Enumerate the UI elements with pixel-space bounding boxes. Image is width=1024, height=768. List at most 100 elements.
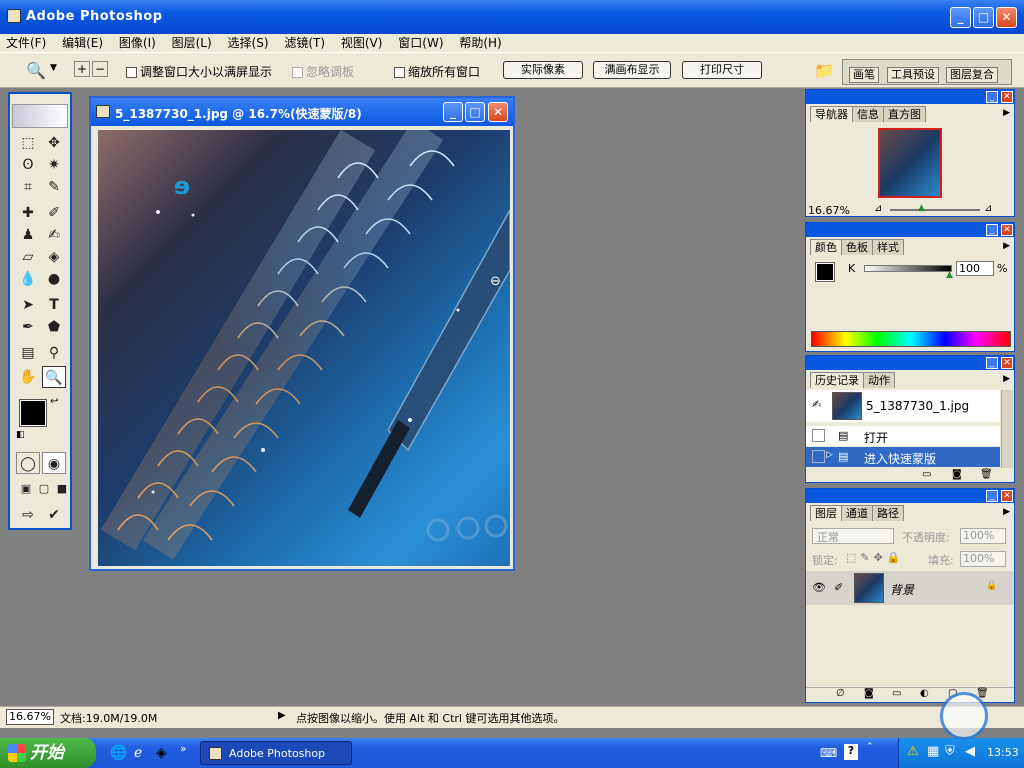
history-step-checkbox[interactable] (812, 429, 825, 442)
history-panel-header[interactable]: _ ✕ (806, 356, 1014, 370)
adobe-feather-icon[interactable] (12, 104, 68, 128)
doc-close-button[interactable]: ✕ (488, 102, 508, 122)
default-colors-icon[interactable]: ◧ (16, 430, 25, 440)
tray-expand-icon[interactable]: ⌃ (866, 742, 874, 752)
jump-to-imageready-icon[interactable]: ⇨ (16, 504, 40, 526)
marquee-tool-icon[interactable]: ⬚ (16, 132, 40, 154)
layer-row-background[interactable]: 👁 ✐ 背景 🔒 (806, 571, 1014, 605)
navigator-zoom-value[interactable]: 16.67% (808, 204, 850, 217)
hand-tool-icon[interactable]: ✋ (16, 366, 40, 388)
tool-preset-dropdown[interactable]: ▼ (50, 63, 57, 73)
network-icon[interactable]: ▦ (927, 744, 939, 759)
layer-set-icon[interactable]: ▭ (892, 688, 901, 699)
history-delete-icon[interactable]: 🗑 (980, 469, 993, 480)
app-title-bar[interactable]: Adobe Photoshop _ □ ✕ (0, 0, 1024, 34)
crop-tool-icon[interactable]: ⌗ (16, 176, 40, 198)
layers-panel-header[interactable]: _ ✕ (806, 489, 1014, 503)
color-foreground-swatch[interactable] (815, 262, 835, 282)
paint-bucket-icon[interactable]: ◈ (42, 246, 66, 268)
move-tool-icon[interactable]: ✥ (42, 132, 66, 154)
dodge-tool-icon[interactable]: ● (42, 268, 66, 290)
color-close-button[interactable]: ✕ (1001, 224, 1013, 236)
history-snapshot-row[interactable]: ✍ 5_1387730_1.jpg (806, 390, 1000, 422)
menu-edit[interactable]: 编辑(E) (56, 34, 109, 52)
foreground-color-swatch[interactable] (19, 399, 47, 427)
tab-actions[interactable]: 动作 (863, 372, 895, 388)
history-step-checkbox[interactable] (812, 450, 825, 463)
eyedropper-icon[interactable]: ⚲ (42, 342, 66, 364)
security-shield-icon[interactable]: ⛨ (945, 744, 955, 759)
tab-history[interactable]: 历史记录 (810, 372, 864, 388)
layers-menu-icon[interactable]: ▶ (1003, 507, 1010, 517)
navigator-slider-thumb-icon[interactable]: ▲ (918, 203, 925, 213)
navigator-panel-header[interactable]: _ ✕ (806, 90, 1014, 104)
layers-close-button[interactable]: ✕ (1001, 490, 1013, 502)
resize-windows-checkbox[interactable]: 调整窗口大小以满屏显示 (126, 63, 272, 80)
zoom-out-icon[interactable]: − (92, 61, 108, 77)
navigator-thumbnail[interactable] (878, 128, 942, 198)
well-tab-tool-presets[interactable]: 工具预设 (887, 67, 939, 83)
layer-mask-icon[interactable]: ◙ (864, 688, 874, 699)
eraser-tool-icon[interactable]: ▱ (16, 246, 40, 268)
history-close-button[interactable]: ✕ (1001, 357, 1013, 369)
menu-file[interactable]: 文件(F) (0, 34, 52, 52)
history-step-quick-mask[interactable]: ▷ ▤ 进入快速蒙版 (806, 447, 1000, 467)
menu-help[interactable]: 帮助(H) (453, 34, 507, 52)
type-tool-icon[interactable]: T (42, 294, 66, 316)
menu-layer[interactable]: 图层(L) (166, 34, 218, 52)
history-brush-icon[interactable]: ✍ (42, 224, 66, 246)
tab-navigator[interactable]: 导航器 (810, 106, 853, 122)
fit-screen-button[interactable]: 满画布显示 (593, 61, 671, 79)
zoom-tool-selected-icon[interactable]: 🔍 (42, 366, 66, 388)
path-select-icon[interactable]: ➤ (16, 294, 40, 316)
tab-channels[interactable]: 通道 (841, 505, 873, 521)
zoom-in-icon[interactable]: + (74, 61, 90, 77)
history-menu-icon[interactable]: ▶ (1003, 374, 1010, 384)
adjustment-layer-icon[interactable]: ◐ (920, 688, 929, 699)
actual-pixels-button[interactable]: 实际像素 (503, 61, 583, 79)
shape-tool-icon[interactable]: ⬟ (42, 316, 66, 338)
magic-wand-icon[interactable]: ✷ (42, 154, 66, 176)
history-step-open[interactable]: ▤ 打开 (806, 426, 1000, 446)
healing-brush-icon[interactable]: ✚ (16, 202, 40, 224)
swap-colors-icon[interactable]: ↩ (50, 396, 58, 407)
tab-swatches[interactable]: 色板 (841, 239, 873, 255)
zoom-tool-icon[interactable]: 🔍 (26, 61, 46, 80)
doc-maximize-button[interactable]: □ (465, 102, 485, 122)
menu-filter[interactable]: 滤镜(T) (278, 34, 331, 52)
blur-tool-icon[interactable]: 💧 (16, 268, 40, 290)
history-new-document-icon[interactable]: ▭ (922, 469, 931, 480)
zoom-all-checkbox[interactable]: 缩放所有窗口 (394, 63, 480, 80)
ie-globe-icon[interactable]: 🌐 (110, 745, 127, 761)
navigator-minimize-button[interactable]: _ (986, 91, 998, 103)
well-tab-layer-comps[interactable]: 图层复合 (946, 67, 998, 83)
opacity-input[interactable]: 100% (960, 528, 1006, 544)
volume-icon[interactable]: ◀ (965, 744, 975, 759)
menu-window[interactable]: 窗口(W) (392, 34, 449, 52)
status-doc-size[interactable]: 文档:19.0M/19.0M (60, 710, 157, 726)
color-minimize-button[interactable]: _ (986, 224, 998, 236)
navigator-zoom-slider[interactable] (890, 209, 980, 211)
color-panel-header[interactable]: _ ✕ (806, 223, 1014, 237)
history-minimize-button[interactable]: _ (986, 357, 998, 369)
doc-minimize-button[interactable]: _ (443, 102, 463, 122)
tab-info[interactable]: 信息 (852, 106, 884, 122)
clone-stamp-icon[interactable]: ♟ (16, 224, 40, 246)
navigator-menu-icon[interactable]: ▶ (1003, 108, 1010, 118)
ie-browser-icon[interactable]: ℯ (134, 745, 142, 761)
menu-select[interactable]: 选择(S) (222, 34, 275, 52)
screen-mode-full-icon[interactable]: ■ (50, 478, 74, 500)
tab-styles[interactable]: 样式 (872, 239, 904, 255)
color-menu-icon[interactable]: ▶ (1003, 241, 1010, 251)
blend-mode-select[interactable]: 正常 (812, 528, 894, 544)
warning-icon[interactable]: ⚠ (907, 744, 919, 759)
notes-tool-icon[interactable]: ▤ (16, 342, 40, 364)
layers-minimize-button[interactable]: _ (986, 490, 998, 502)
color-k-value-input[interactable]: 100 (956, 261, 994, 276)
menu-view[interactable]: 视图(V) (335, 34, 389, 52)
tab-paths[interactable]: 路径 (872, 505, 904, 521)
quicklaunch-more-icon[interactable]: » (180, 742, 187, 755)
layer-visibility-eye-icon[interactable]: 👁 (812, 581, 826, 594)
quicklaunch-app-icon[interactable]: ◈ (156, 745, 167, 761)
status-menu-arrow-icon[interactable]: ▶ (278, 710, 286, 721)
